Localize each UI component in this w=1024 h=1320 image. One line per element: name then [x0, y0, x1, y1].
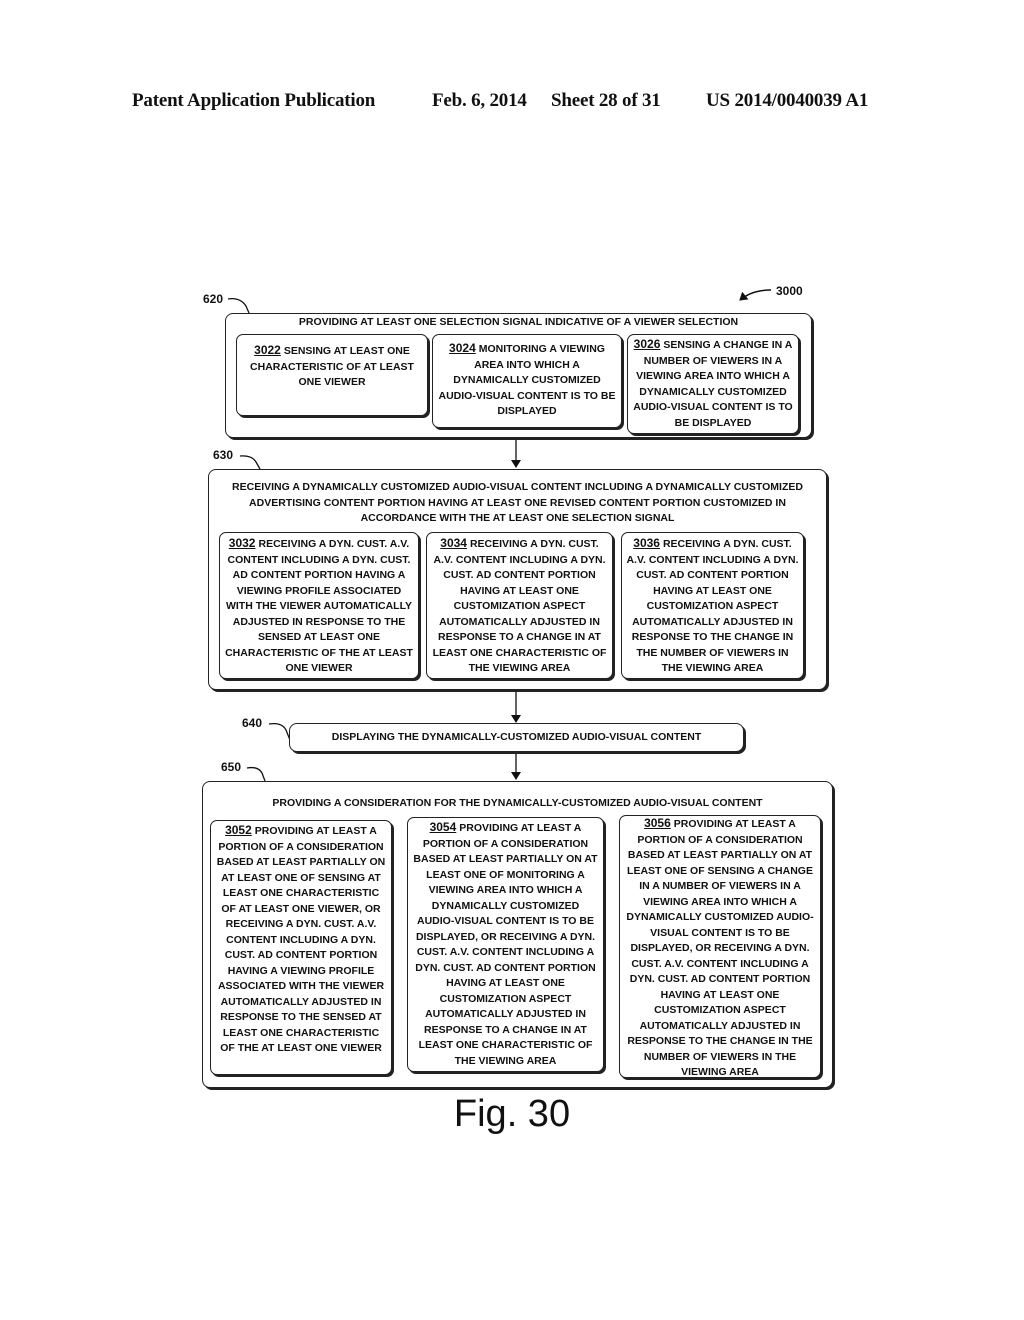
leader-620 — [227, 298, 250, 314]
step-3026: 3026 SENSING A CHANGE IN A NUMBER OF VIEW… — [627, 334, 799, 434]
step-number: 3036 — [633, 536, 660, 550]
step-text: PROVIDING AT LEAST A PORTION OF A CONSID… — [216, 825, 386, 1054]
step-text: PROVIDING AT LEAST A PORTION OF A CONSID… — [626, 818, 814, 1078]
block-630: RECEIVING A DYNAMICALLY CUSTOMIZED AUDIO… — [208, 469, 827, 690]
step-number: 3052 — [225, 823, 252, 837]
step-3032: 3032 RECEIVING A DYN. CUST. A.V. CONTENT … — [219, 532, 419, 679]
step-3052: 3052 PROVIDING AT LEAST A PORTION OF A CO… — [210, 820, 392, 1075]
figure-ref-number: 3000 — [776, 284, 803, 298]
step-number: 3056 — [644, 816, 671, 830]
step-3022: 3022 SENSING AT LEAST ONE CHARACTERISTIC … — [236, 334, 428, 416]
block-650: PROVIDING A CONSIDERATION FOR THE DYNAMI… — [202, 781, 833, 1088]
step-3036: 3036 RECEIVING A DYN. CUST. A.V. CONTENT … — [621, 532, 804, 679]
step-text: SENSING A CHANGE IN A NUMBER OF VIEWERS … — [633, 339, 793, 429]
block-620: PROVIDING AT LEAST ONE SELECTION SIGNAL … — [225, 313, 812, 438]
step-text: PROVIDING AT LEAST A PORTION OF A CONSID… — [413, 822, 598, 1067]
step-3034: 3034 RECEIVING A DYN. CUST. A.V. CONTENT … — [426, 532, 613, 679]
block-650-title: PROVIDING A CONSIDERATION FOR THE DYNAMI… — [272, 797, 763, 809]
step-number: 3024 — [449, 341, 476, 355]
step-number: 3032 — [228, 536, 256, 550]
block-640-title: DISPLAYING THE DYNAMICALLY-CUSTOMIZED AU… — [331, 731, 702, 743]
step-number: 3034 — [440, 536, 467, 550]
figure-label: Fig. 30 — [453, 1093, 571, 1135]
block-620-title: PROVIDING AT LEAST ONE SELECTION SIGNAL … — [298, 316, 739, 328]
leader-640 — [268, 722, 291, 741]
step-number: 3026 — [633, 337, 661, 351]
ref-640: 640 — [242, 716, 263, 730]
step-text: RECEIVING A DYN. CUST. A.V. CONTENT INCL… — [225, 538, 413, 674]
step-3056: 3056 PROVIDING AT LEAST A PORTION OF A CO… — [619, 815, 821, 1078]
step-3024: 3024 MONITORING A VIEWING AREA INTO WHICH… — [432, 334, 622, 428]
step-number: 3022 — [254, 343, 281, 357]
step-text: RECEIVING A DYN. CUST. A.V. CONTENT INCL… — [432, 538, 607, 674]
block-630-title: RECEIVING A DYNAMICALLY CUSTOMIZED AUDIO… — [232, 481, 803, 524]
leader-630 — [239, 455, 261, 470]
ref-620: 620 — [203, 292, 224, 306]
block-640: DISPLAYING THE DYNAMICALLY-CUSTOMIZED AU… — [289, 723, 744, 752]
leader-650 — [246, 766, 266, 782]
ref-650: 650 — [221, 760, 242, 774]
leader-3000 — [739, 289, 772, 301]
step-text: RECEIVING A DYN. CUST. A.V. CONTENT INCL… — [626, 538, 799, 674]
step-number: 3054 — [429, 820, 457, 834]
ref-630: 630 — [213, 448, 234, 462]
step-3054: 3054 PROVIDING AT LEAST A PORTION OF A CO… — [407, 817, 604, 1072]
